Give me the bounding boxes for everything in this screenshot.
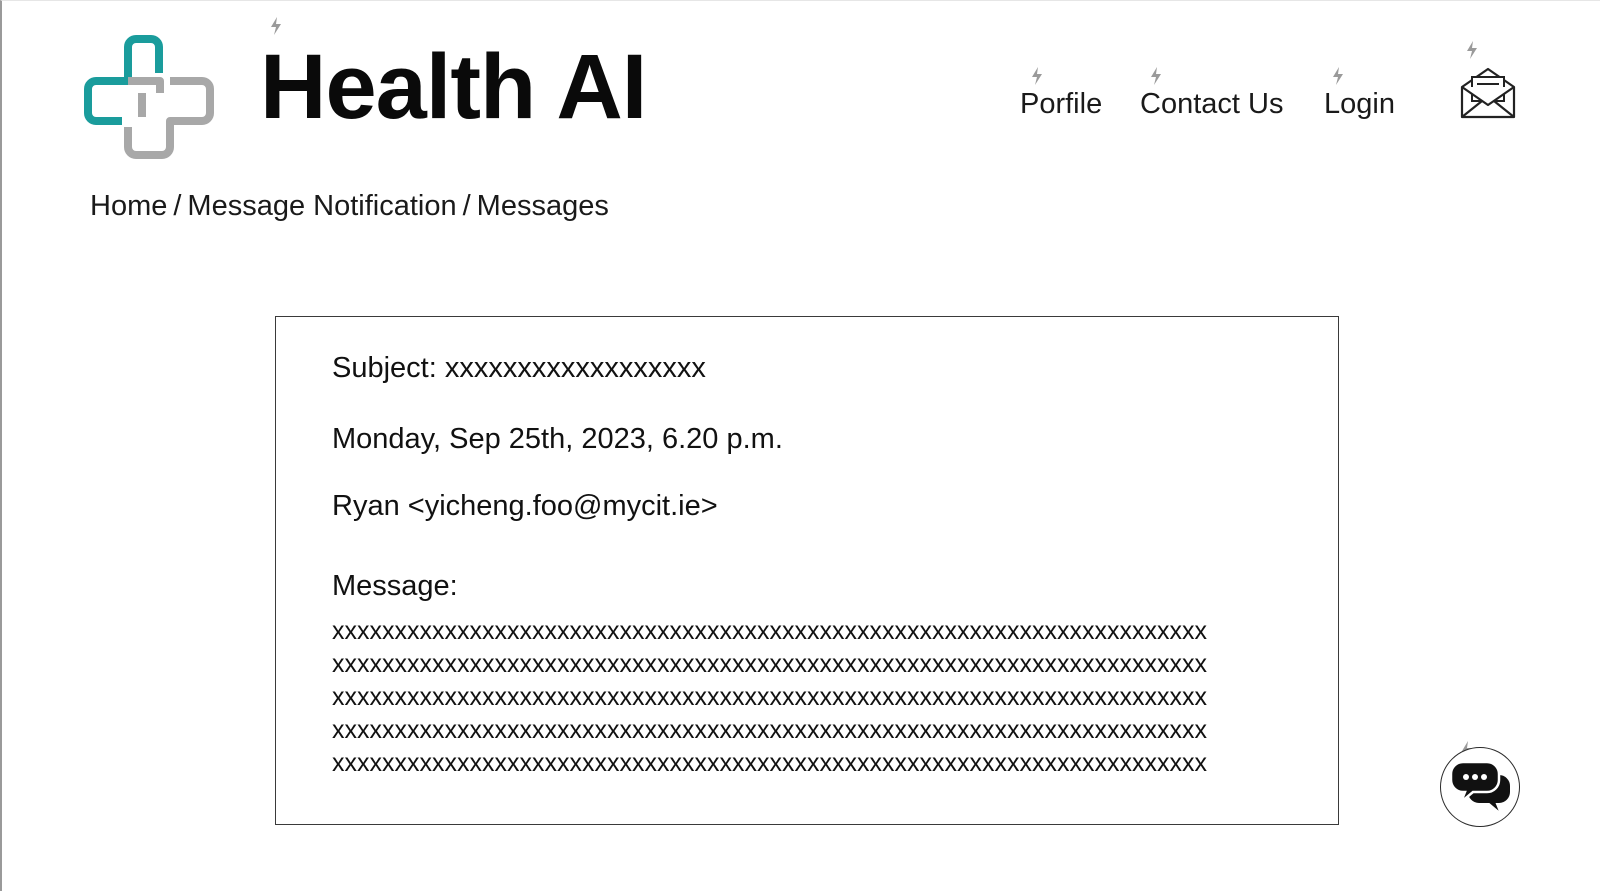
message-body-line: xxxxxxxxxxxxxxxxxxxxxxxxxxxxxxxxxxxxxxxx… xyxy=(332,683,1207,711)
envelope-icon[interactable] xyxy=(1459,65,1517,121)
lightning-bolt-icon xyxy=(1032,67,1042,85)
breadcrumb-separator: / xyxy=(173,190,182,222)
chat-button[interactable] xyxy=(1440,747,1520,827)
nav-login-link[interactable]: Login xyxy=(1324,87,1395,122)
lightning-bolt-icon xyxy=(271,17,281,35)
breadcrumb-current-page: Messages xyxy=(476,190,609,222)
message-body-line: xxxxxxxxxxxxxxxxxxxxxxxxxxxxxxxxxxxxxxxx… xyxy=(332,716,1207,744)
breadcrumb: Home / Message Notification / Messages xyxy=(90,189,609,224)
message-body-line: xxxxxxxxxxxxxxxxxxxxxxxxxxxxxxxxxxxxxxxx… xyxy=(332,749,1207,777)
message-body-line: xxxxxxxxxxxxxxxxxxxxxxxxxxxxxxxxxxxxxxxx… xyxy=(332,617,1207,645)
chat-bubbles-icon xyxy=(1449,760,1512,815)
message-card: Subject: xxxxxxxxxxxxxxxxxx Monday, Sep … xyxy=(275,316,1339,825)
nav-contact-us-link[interactable]: Contact Us xyxy=(1140,87,1283,122)
breadcrumb-message-notification-link[interactable]: Message Notification xyxy=(187,190,456,222)
lightning-bolt-icon xyxy=(1467,41,1477,59)
message-date: Monday, Sep 25th, 2023, 6.20 p.m. xyxy=(332,423,783,455)
message-subject: Subject: xxxxxxxxxxxxxxxxxx xyxy=(332,352,706,384)
message-body: xxxxxxxxxxxxxxxxxxxxxxxxxxxxxxxxxxxxxxxx… xyxy=(332,615,1272,780)
page: Health AI Porfile Contact Us Login Home /… xyxy=(0,0,1600,891)
breadcrumb-separator: / xyxy=(462,190,471,222)
breadcrumb-home-link[interactable]: Home xyxy=(90,190,167,222)
lightning-bolt-icon xyxy=(1333,67,1343,85)
nav-profile-link[interactable]: Porfile xyxy=(1020,87,1102,122)
message-body-line: xxxxxxxxxxxxxxxxxxxxxxxxxxxxxxxxxxxxxxxx… xyxy=(332,650,1207,678)
message-sender: Ryan <yicheng.foo@mycit.ie> xyxy=(332,490,718,522)
app-title: Health AI xyxy=(260,36,647,138)
message-body-label: Message: xyxy=(332,570,458,602)
lightning-bolt-icon xyxy=(1151,67,1161,85)
medical-cross-icon xyxy=(84,35,214,159)
